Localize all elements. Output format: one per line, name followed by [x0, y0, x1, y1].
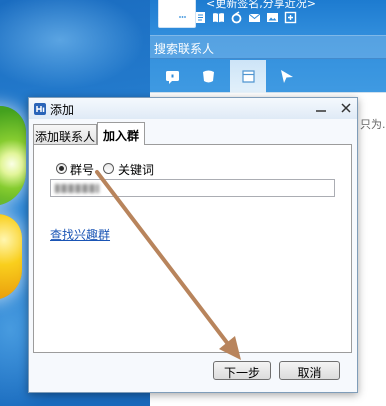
chat-card-icon	[165, 71, 179, 84]
qq-tab-bar	[150, 60, 386, 93]
next-button[interactable]: 下一步	[213, 361, 271, 380]
tab-join-group[interactable]: 加入群	[97, 122, 145, 145]
find-interest-groups-link[interactable]: 查找兴趣群	[50, 226, 110, 243]
tab-favorites[interactable]	[190, 60, 226, 93]
minimize-icon[interactable]	[312, 101, 330, 116]
contact-signature-snippet: 只为.	[360, 118, 386, 131]
circle-arrow-icon[interactable]	[230, 11, 243, 24]
group-number-input[interactable]	[50, 179, 335, 197]
cancel-button[interactable]: 取消	[279, 361, 340, 380]
windows-logo-green-pane	[0, 106, 26, 206]
tab-add-contact[interactable]: 添加联系人	[33, 124, 97, 144]
mail-icon[interactable]	[248, 11, 261, 24]
book-icon[interactable]	[212, 11, 225, 24]
bag-icon	[202, 70, 214, 83]
signature-text[interactable]: <更新签名,分享近况>	[206, 0, 316, 11]
chat-bubble-icon[interactable]	[176, 11, 189, 24]
search-placeholder: 搜索联系人	[154, 42, 215, 56]
group-number-radio[interactable]	[56, 163, 67, 174]
tab-recent[interactable]	[268, 60, 304, 93]
keyword-radio[interactable]	[103, 163, 114, 174]
tab-contacts[interactable]	[154, 60, 190, 93]
group-number-label[interactable]: 群号	[70, 161, 94, 178]
qq-header: <更新签名,分享近况> 搜索联系人	[150, 0, 386, 93]
redacted-value	[55, 184, 99, 193]
search-contacts-input[interactable]: 搜索联系人	[150, 35, 386, 59]
home-icon[interactable]	[158, 11, 171, 24]
dialog-title: 添加	[50, 103, 75, 117]
windows-logo-yellow-pane	[0, 214, 22, 300]
box-icon	[241, 70, 255, 83]
qq-toolbar	[158, 11, 297, 24]
document-icon[interactable]	[194, 11, 207, 24]
tab-groups[interactable]	[230, 60, 266, 93]
dialog-titlebar[interactable]: 添加	[29, 98, 357, 119]
add-window-icon	[34, 103, 46, 115]
add-dialog: 添加 添加联系人 加入群 群号 关键词 查找兴趣群 下一步 取消	[28, 97, 358, 393]
image-icon[interactable]	[266, 11, 279, 24]
keyword-label[interactable]: 关键词	[118, 161, 154, 178]
paper-plane-icon	[280, 70, 293, 83]
join-group-panel: 群号 关键词 查找兴趣群	[33, 144, 352, 353]
app-grid-icon[interactable]	[284, 11, 297, 24]
close-icon[interactable]	[337, 101, 355, 116]
